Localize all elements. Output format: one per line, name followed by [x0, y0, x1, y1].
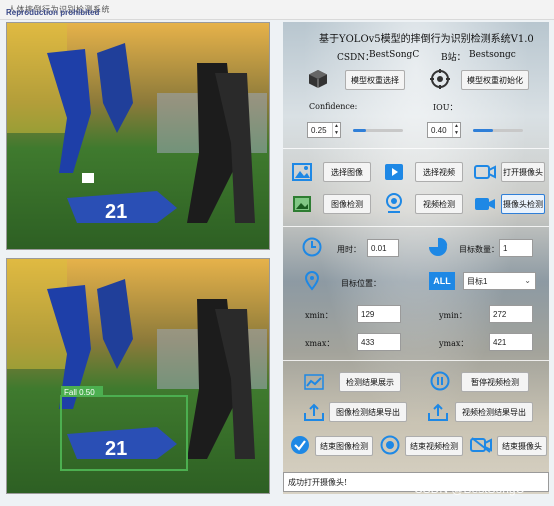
spin-down-icon[interactable]: ▼ [333, 130, 340, 137]
status-message: 成功打开摄像头! [288, 477, 348, 487]
confidence-label: Confidence: [309, 102, 358, 111]
webcam-icon [383, 192, 405, 214]
ymax-value: 421 [493, 337, 507, 347]
model-weights-init-button[interactable]: 模型权重初始化 [461, 70, 529, 90]
confidence-spinbox[interactable]: 0.25 ▲ ▼ [307, 122, 341, 138]
pause-icon [429, 370, 451, 392]
app-title: 基于YOLOv5模型的摔倒行为识别检测系统V1.0 [319, 34, 534, 45]
control-panel: 基于YOLOv5模型的摔倒行为识别检测系统V1.0 CSDN： BestSong… [283, 22, 549, 494]
export-image-results-button[interactable]: 图像检测结果导出 [329, 402, 407, 422]
video-frame-top: 21 [7, 23, 269, 249]
ymax-field: 421 [489, 333, 533, 351]
video-display-bottom: 21 Fall 0.50 [6, 258, 270, 494]
time-label: 用时： [337, 245, 361, 254]
open-camera-button[interactable]: 打开摄像头 [501, 162, 545, 182]
iou-label: IOU： [433, 103, 458, 112]
svg-text:21: 21 [105, 201, 127, 223]
end-camera-button[interactable]: 结束摄像头 [497, 436, 547, 456]
ymin-value: 272 [493, 309, 507, 319]
target-select-value: 目标1 [467, 276, 488, 286]
iou-slider[interactable] [473, 129, 523, 132]
chevron-down-icon: ⌄ [524, 276, 531, 285]
divider [283, 226, 549, 227]
video-detect-button[interactable]: 视频检测 [415, 194, 463, 214]
title-overlay-text: Reproduction prohibited [6, 8, 100, 17]
ymin-field: 272 [489, 305, 533, 323]
divider [283, 148, 549, 149]
xmax-field: 433 [357, 333, 401, 351]
end-video-detect-button[interactable]: 结束视频检测 [405, 436, 463, 456]
image-icon [291, 162, 313, 182]
time-field: 0.01 [367, 239, 399, 257]
divider [283, 360, 549, 361]
stop-record-icon [379, 434, 401, 456]
xmin-label: xmin： [305, 311, 333, 320]
location-pin-icon [303, 270, 321, 292]
spin-up-icon[interactable]: ▲ [333, 123, 340, 130]
csdn-value: BestSongC [369, 50, 420, 60]
time-value: 0.01 [371, 243, 387, 253]
bili-value: Bestsongc [469, 50, 516, 60]
position-label: 目标位置： [341, 279, 381, 288]
title-bar: 人体摔倒行为识别检测系统 Reproduction prohibited [0, 0, 554, 20]
xmin-field: 129 [357, 305, 401, 323]
spin-down-icon[interactable]: ▼ [453, 130, 460, 137]
xmax-label: xmax： [305, 339, 335, 348]
export-video-results-button[interactable]: 视频检测结果导出 [455, 402, 533, 422]
video-display-top: 21 [6, 22, 270, 250]
pause-video-button[interactable]: 暂停视频检测 [461, 372, 529, 392]
camera-icon [473, 162, 497, 182]
count-field: 1 [499, 239, 533, 257]
select-video-button[interactable]: 选择视频 [415, 162, 463, 182]
image-detect-button[interactable]: 图像检测 [323, 194, 371, 214]
cube-icon [307, 68, 329, 90]
detection-label: Fall 0.50 [64, 388, 95, 397]
show-results-button[interactable]: 检测结果展示 [339, 372, 401, 392]
camera-off-icon [469, 434, 493, 456]
all-targets-icon: ALL [429, 272, 455, 290]
ymin-label: ymin： [439, 311, 467, 320]
camcorder-icon [473, 194, 497, 214]
model-weights-select-button[interactable]: 模型权重选择 [345, 70, 405, 90]
clock-icon [301, 236, 323, 258]
iou-value: 0.40 [431, 125, 447, 135]
video-file-icon [383, 162, 405, 182]
video-frame-bottom: 21 Fall 0.50 [7, 259, 269, 493]
svg-text:21: 21 [105, 438, 127, 460]
target-select[interactable]: 目标1 ⌄ [463, 272, 536, 290]
check-circle-icon [289, 434, 311, 456]
photo-detect-icon [291, 194, 313, 214]
count-value: 1 [503, 243, 508, 253]
xmax-value: 433 [361, 337, 375, 347]
spin-up-icon[interactable]: ▲ [453, 123, 460, 130]
count-label: 目标数量： [459, 245, 499, 254]
watermark: CSDN @BestSongC [414, 482, 525, 496]
iou-spinbox[interactable]: 0.40 ▲ ▼ [427, 122, 461, 138]
select-image-button[interactable]: 选择图像 [323, 162, 371, 182]
pie-chart-icon [427, 236, 449, 258]
line-chart-icon [303, 372, 325, 392]
export-icon [303, 402, 325, 422]
confidence-value: 0.25 [311, 125, 327, 135]
export-icon [427, 402, 449, 422]
end-image-detect-button[interactable]: 结束图像检测 [315, 436, 373, 456]
target-icon [429, 68, 451, 90]
confidence-slider[interactable] [353, 129, 403, 132]
bili-label: B站： [441, 53, 466, 63]
ymax-label: ymax： [439, 339, 469, 348]
camera-detect-button[interactable]: 摄像头检测 [501, 194, 545, 214]
xmin-value: 129 [361, 309, 375, 319]
